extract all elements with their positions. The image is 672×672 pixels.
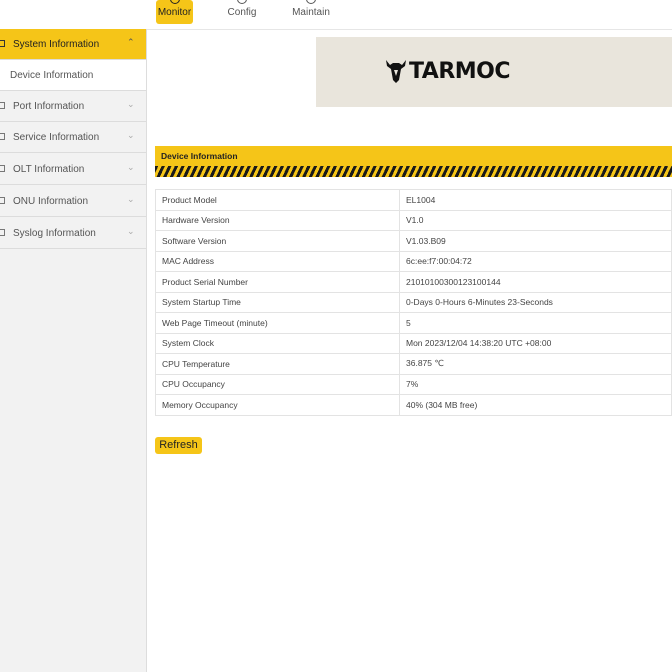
row-value: 40% (304 MB free)	[399, 394, 672, 416]
menu-icon	[0, 133, 5, 140]
row-value: 21010100300123100144	[399, 271, 672, 293]
menu-icon	[0, 102, 5, 109]
sidebar-item-olt-information[interactable]: OLT Information ⌄	[0, 154, 146, 185]
sidebar-item-system-information[interactable]: System Information ⌃	[0, 29, 146, 60]
chevron-down-icon: ⌄	[127, 130, 135, 140]
row-value: 0-Days 0-Hours 6-Minutes 23-Seconds	[399, 291, 672, 313]
row-key: Memory Occupancy	[155, 394, 400, 416]
brand-name: TARMOC	[409, 59, 511, 84]
nav-config[interactable]: Config	[224, 0, 260, 24]
menu-icon	[0, 197, 5, 204]
row-value: 6c:ee:f7:00:04:72	[399, 250, 672, 272]
sidebar-item-syslog-information[interactable]: Syslog Information ⌄	[0, 218, 146, 249]
sidebar-item-label: ONU Information	[13, 196, 89, 207]
hazard-stripe-divider	[155, 166, 672, 177]
row-value: Mon 2023/12/04 14:38:20 UTC +08:00	[399, 332, 672, 354]
sidebar-item-label: Port Information	[13, 101, 85, 112]
menu-icon	[0, 165, 5, 172]
table-row: System Startup Time 0-Days 0-Hours 6-Minu…	[155, 291, 672, 313]
chevron-down-icon: ⌄	[127, 226, 135, 236]
top-navigation: Monitor Config Maintain	[0, 0, 672, 30]
sidebar-item-label: Service Information	[13, 132, 100, 143]
row-value: 7%	[399, 373, 672, 395]
chevron-up-icon: ⌃	[127, 37, 135, 47]
row-key: Software Version	[155, 230, 400, 252]
panel-title: Device Information	[161, 151, 238, 161]
row-key: Product Model	[155, 189, 400, 211]
panel-header: Device Information	[155, 146, 672, 166]
row-key: System Clock	[155, 332, 400, 354]
refresh-button[interactable]: Refresh	[155, 437, 202, 454]
row-value: 36.875 ℃	[399, 353, 672, 375]
nav-config-label: Config	[227, 7, 257, 18]
sidebar-item-device-information[interactable]: Device Information	[0, 60, 146, 91]
row-key: MAC Address	[155, 250, 400, 272]
sidebar-item-label: System Information	[13, 39, 100, 50]
table-row: Hardware Version V1.0	[155, 209, 672, 231]
nav-maintain-label: Maintain	[292, 7, 330, 18]
row-key: System Startup Time	[155, 291, 400, 313]
sidebar-item-service-information[interactable]: Service Information ⌄	[0, 122, 146, 153]
nav-monitor-label: Monitor	[157, 7, 192, 18]
menu-icon	[0, 229, 5, 236]
table-row: MAC Address 6c:ee:f7:00:04:72	[155, 250, 672, 272]
wrench-icon	[306, 0, 316, 4]
row-key: CPU Occupancy	[155, 373, 400, 395]
sidebar-item-port-information[interactable]: Port Information ⌄	[0, 91, 146, 122]
table-row: CPU Temperature 36.875 ℃	[155, 353, 672, 375]
table-row: Web Page Timeout (minute) 5	[155, 312, 672, 334]
row-value: V1.03.B09	[399, 230, 672, 252]
row-key: Hardware Version	[155, 209, 400, 231]
bull-head-icon	[386, 60, 406, 83]
row-value: EL1004	[399, 189, 672, 211]
table-row: Product Serial Number 2101010030012310014…	[155, 271, 672, 293]
table-row: System Clock Mon 2023/12/04 14:38:20 UTC …	[155, 332, 672, 354]
row-key: CPU Temperature	[155, 353, 400, 375]
sidebar: System Information ⌃ Device Information …	[0, 29, 147, 672]
table-row: Software Version V1.03.B09	[155, 230, 672, 252]
chevron-down-icon: ⌄	[127, 99, 135, 109]
table-row: CPU Occupancy 7%	[155, 373, 672, 395]
row-key: Product Serial Number	[155, 271, 400, 293]
gear-icon	[237, 0, 247, 4]
chevron-down-icon: ⌄	[127, 194, 135, 204]
sidebar-item-label: OLT Information	[13, 164, 85, 175]
row-value: 5	[399, 312, 672, 334]
row-key: Web Page Timeout (minute)	[155, 312, 400, 334]
sidebar-item-label: Syslog Information	[13, 228, 96, 239]
row-value: V1.0	[399, 209, 672, 231]
chevron-down-icon: ⌄	[127, 162, 135, 172]
sidebar-item-onu-information[interactable]: ONU Information ⌄	[0, 186, 146, 217]
table-row: Memory Occupancy 40% (304 MB free)	[155, 394, 672, 416]
nav-maintain[interactable]: Maintain	[289, 0, 333, 24]
nav-monitor[interactable]: Monitor	[156, 0, 193, 24]
menu-icon	[0, 40, 5, 47]
sidebar-item-label: Device Information	[10, 70, 94, 81]
table-row: Product Model EL1004	[155, 189, 672, 211]
monitor-icon	[169, 0, 180, 4]
device-info-table: Product Model EL1004 Hardware Version V1.0 S…	[155, 189, 672, 416]
